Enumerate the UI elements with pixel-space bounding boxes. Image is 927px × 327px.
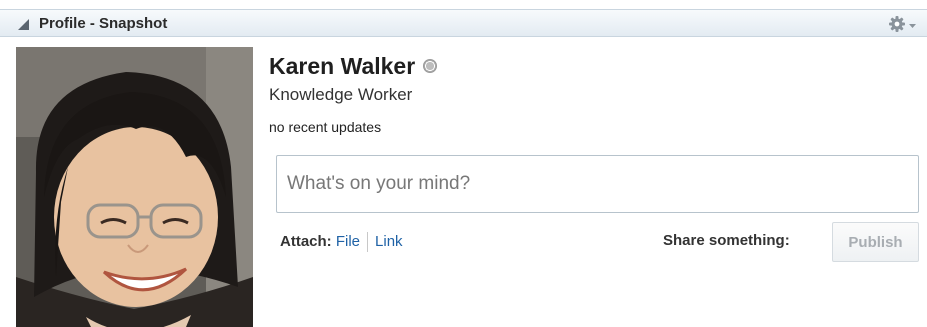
chevron-down-icon bbox=[909, 24, 916, 28]
attach-row: Attach: File Link bbox=[280, 232, 403, 252]
name-row: Karen Walker bbox=[269, 53, 438, 80]
profile-name[interactable]: Karen Walker bbox=[269, 53, 415, 79]
share-label: Share something: bbox=[663, 232, 790, 249]
attach-label: Attach: bbox=[280, 232, 332, 250]
collapse-triangle-icon[interactable] bbox=[18, 19, 29, 30]
settings-menu[interactable] bbox=[887, 14, 919, 34]
profile-role: Knowledge Worker bbox=[269, 85, 413, 104]
presence-status-icon bbox=[423, 58, 438, 73]
status-input[interactable] bbox=[276, 155, 919, 213]
status-text: no recent updates bbox=[269, 119, 382, 135]
panel-title: Profile - Snapshot bbox=[39, 15, 168, 32]
profile-photo[interactable] bbox=[16, 47, 253, 327]
publish-button[interactable]: Publish bbox=[832, 222, 919, 262]
gear-icon bbox=[889, 16, 916, 32]
panel-header: Profile - Snapshot bbox=[0, 9, 927, 37]
attach-file-link[interactable]: File bbox=[336, 233, 360, 250]
attach-link-link[interactable]: Link bbox=[375, 233, 403, 250]
divider bbox=[367, 232, 369, 252]
